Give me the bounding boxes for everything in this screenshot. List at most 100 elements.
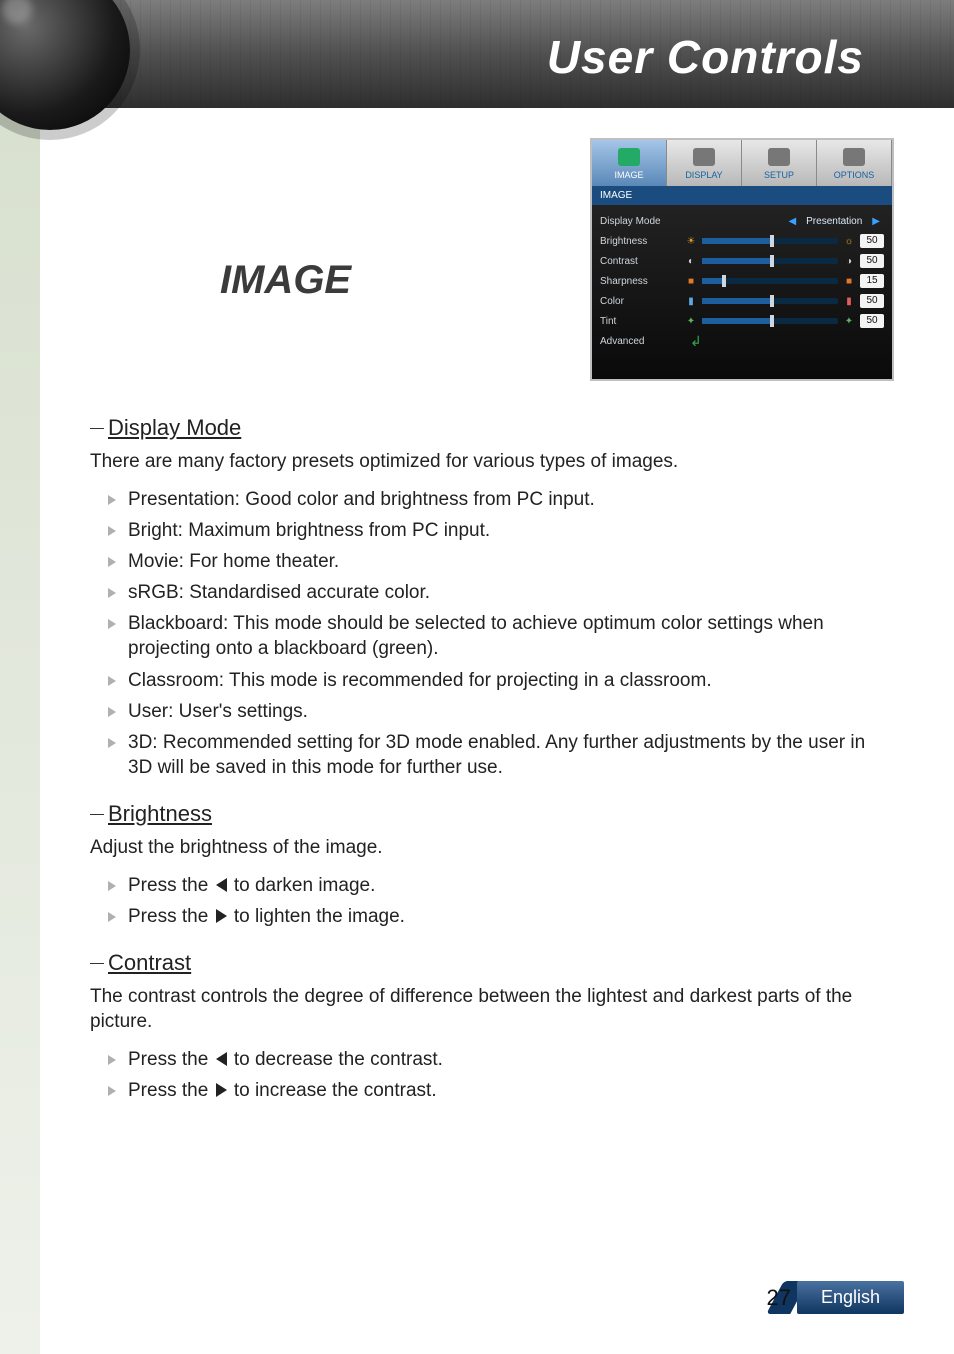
osd-tab-label: DISPLAY xyxy=(685,170,722,180)
osd-tab-options[interactable]: OPTIONS xyxy=(817,140,892,186)
osd-slider-track[interactable] xyxy=(702,258,838,264)
sun-bright-icon: ☼ xyxy=(842,234,856,248)
text-fragment: Press the xyxy=(128,906,214,927)
section-intro: The contrast controls the degree of diff… xyxy=(90,984,894,1034)
osd-row-color[interactable]: Color ▮ ▮ 50 xyxy=(600,291,884,311)
osd-slider-track[interactable] xyxy=(702,318,838,324)
osd-slider-knob[interactable] xyxy=(770,235,774,247)
body-text: Display Mode There are many factory pres… xyxy=(90,415,894,1106)
list-item: Press the to darken image. xyxy=(104,870,894,901)
text-fragment: Press the xyxy=(128,1080,214,1101)
osd-row-contrast[interactable]: Contrast ◐◑50 xyxy=(600,251,884,271)
osd-tab-display[interactable]: DISPLAY xyxy=(667,140,742,186)
section-intro: Adjust the brightness of the image. xyxy=(90,835,894,860)
image-icon xyxy=(618,148,640,166)
list-item: 3D: Recommended setting for 3D mode enab… xyxy=(104,727,894,783)
enter-icon[interactable]: ↲ xyxy=(690,333,702,350)
osd-value: 50 xyxy=(860,234,884,248)
osd-value: 15 xyxy=(860,274,884,288)
page-heading: IMAGE xyxy=(220,258,351,303)
setup-icon xyxy=(768,148,790,166)
section-title-display-mode: Display Mode xyxy=(90,415,894,441)
list-item: sRGB: Standardised accurate color. xyxy=(104,577,894,608)
osd-row-sharpness[interactable]: Sharpness ■ ■ 15 xyxy=(600,271,884,291)
osd-slider-knob[interactable] xyxy=(722,275,726,287)
osd-slider-fill xyxy=(702,238,770,244)
section-title-brightness: Brightness xyxy=(90,801,894,827)
osd-slider-fill xyxy=(702,298,770,304)
osd-value: 50 xyxy=(860,294,884,308)
osd-slider-track[interactable] xyxy=(702,238,838,244)
osd-value: 50 xyxy=(860,254,884,268)
display-icon xyxy=(693,148,715,166)
osd-mode-value: Presentation xyxy=(806,216,862,227)
list-item: User: User's settings. xyxy=(104,696,894,727)
osd-slider-knob[interactable] xyxy=(770,255,774,267)
triangle-right-icon[interactable]: ▶ xyxy=(872,216,880,227)
language-badge: English xyxy=(797,1281,904,1314)
content-area: IMAGE IMAGE DISPLAY SETUP OPTIONS IMAGE … xyxy=(0,108,954,1114)
text-fragment: to decrease the contrast. xyxy=(229,1049,443,1070)
osd-tab-label: IMAGE xyxy=(614,170,643,180)
osd-label: Color xyxy=(600,296,678,307)
text-fragment: to darken image. xyxy=(229,875,376,896)
list-item: Press the to lighten the image. xyxy=(104,901,894,932)
triangle-left-icon xyxy=(216,1052,227,1066)
text-fragment: to lighten the image. xyxy=(229,906,405,927)
osd-label: Sharpness xyxy=(600,276,678,287)
section-intro: There are many factory presets optimized… xyxy=(90,449,894,474)
osd-slider-track[interactable] xyxy=(702,298,838,304)
osd-body: Display Mode ◀ Presentation ▶ Brightness ☀… xyxy=(592,205,892,379)
osd-row-advanced[interactable]: Advanced ↲ xyxy=(600,331,884,351)
osd-slider-fill xyxy=(702,278,722,284)
list-item: Presentation: Good color and brightness … xyxy=(104,484,894,515)
page-header: User Controls xyxy=(0,0,954,108)
osd-label: Brightness xyxy=(600,236,678,247)
color-low-icon: ▮ xyxy=(684,294,698,308)
header-title: User Controls xyxy=(547,30,864,84)
osd-tab-image[interactable]: IMAGE xyxy=(592,140,667,186)
brightness-list: Press the to darken image. Press the to … xyxy=(104,870,894,932)
list-item: Press the to increase the contrast. xyxy=(104,1075,894,1106)
osd-value: 50 xyxy=(860,314,884,328)
color-high-icon: ▮ xyxy=(842,294,856,308)
triangle-left-icon xyxy=(216,878,227,892)
osd-subtitle: IMAGE xyxy=(592,186,892,205)
options-icon xyxy=(843,148,865,166)
osd-row-tint[interactable]: Tint ✦✦50 xyxy=(600,311,884,331)
footer: 27 English xyxy=(766,1281,904,1314)
triangle-right-icon xyxy=(216,1083,227,1097)
osd-slider-track[interactable] xyxy=(702,278,838,284)
sharp-low-icon: ■ xyxy=(684,274,698,288)
list-item: Press the to decrease the contrast. xyxy=(104,1044,894,1075)
list-item: Blackboard: This mode should be selected… xyxy=(104,608,894,664)
sun-dim-icon: ☀ xyxy=(684,234,698,248)
contrast-high-icon: ◑ xyxy=(842,254,856,268)
section-title-contrast: Contrast xyxy=(90,950,894,976)
osd-tab-label: SETUP xyxy=(764,170,794,180)
contrast-low-icon: ◐ xyxy=(684,254,698,268)
osd-tab-label: OPTIONS xyxy=(834,170,875,180)
text-fragment: Press the xyxy=(128,875,214,896)
osd-slider-knob[interactable] xyxy=(770,295,774,307)
list-item: Bright: Maximum brightness from PC input… xyxy=(104,515,894,546)
osd-label: Advanced xyxy=(600,336,678,347)
osd-slider-fill xyxy=(702,258,770,264)
display-mode-list: Presentation: Good color and brightness … xyxy=(104,484,894,783)
osd-row-display-mode[interactable]: Display Mode ◀ Presentation ▶ xyxy=(600,211,884,231)
osd-slider-fill xyxy=(702,318,770,324)
triangle-left-icon[interactable]: ◀ xyxy=(788,216,796,227)
osd-tabs: IMAGE DISPLAY SETUP OPTIONS xyxy=(592,140,892,186)
osd-row-brightness[interactable]: Brightness ☀ ☼ 50 xyxy=(600,231,884,251)
text-fragment: to increase the contrast. xyxy=(229,1080,437,1101)
osd-slider-knob[interactable] xyxy=(770,315,774,327)
sharp-high-icon: ■ xyxy=(842,274,856,288)
list-item: Classroom: This mode is recommended for … xyxy=(104,665,894,696)
text-fragment: Press the xyxy=(128,1049,214,1070)
osd-tab-setup[interactable]: SETUP xyxy=(742,140,817,186)
page-number: 27 xyxy=(766,1285,790,1311)
contrast-list: Press the to decrease the contrast. Pres… xyxy=(104,1044,894,1106)
list-item: Movie: For home theater. xyxy=(104,546,894,577)
osd-label: Display Mode xyxy=(600,216,678,227)
osd-label: Tint xyxy=(600,316,678,327)
